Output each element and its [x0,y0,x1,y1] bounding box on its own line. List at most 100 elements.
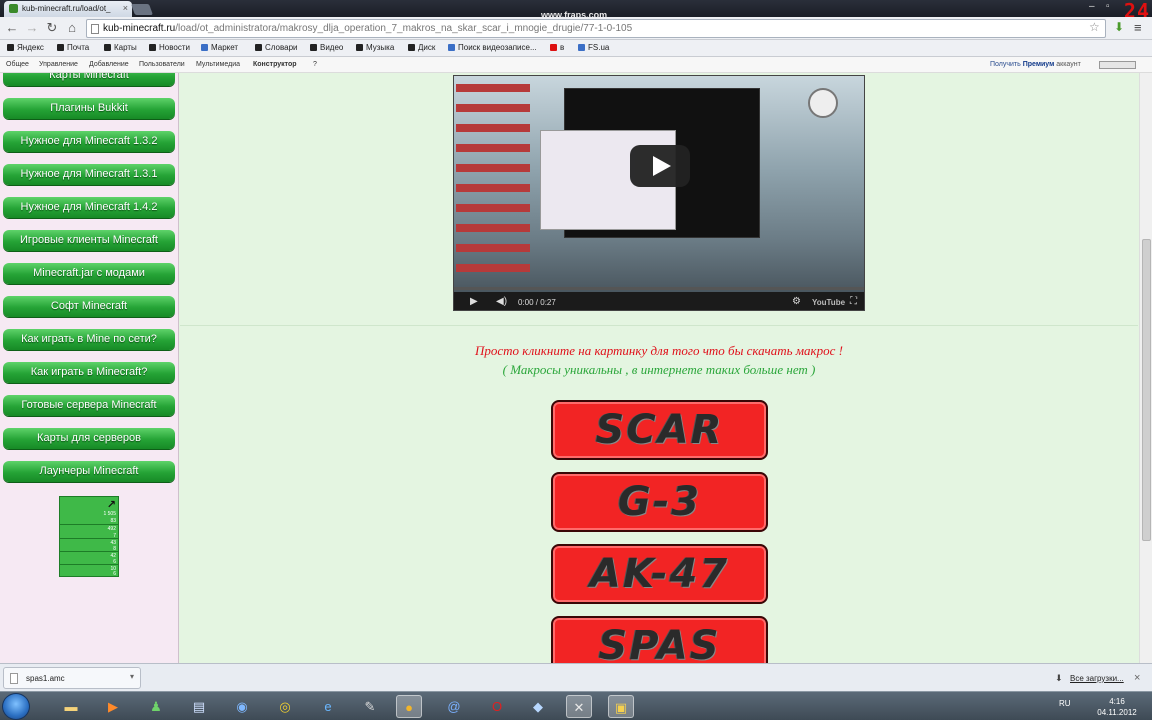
reload-icon[interactable]: ↻ [44,20,60,36]
progress-bar[interactable] [454,287,864,290]
youtube-icon [550,44,557,51]
panel-constructor[interactable]: Конструктор [253,61,297,68]
page-scrollbar[interactable] [1139,73,1152,663]
volume-icon[interactable]: ◀) [496,296,507,307]
sidebar-item-howto[interactable]: Как играть в Minecraft? [3,362,175,383]
bookmark-youtube[interactable]: в [550,43,564,52]
close-icon[interactable]: × [1134,672,1140,684]
settings-icon[interactable]: ⚙ [792,296,801,307]
language-indicator[interactable]: RU [1059,699,1071,708]
sidebar-item-jar[interactable]: Minecraft.jar с модами [3,263,175,284]
sidebar-item-network[interactable]: Как играть в Mine по сети? [3,329,175,350]
panel-help[interactable]: ? [313,61,317,68]
clock-icon [808,88,838,118]
sidebar-item-launchers[interactable]: Лаунчеры Minecraft [3,461,175,482]
bookmark-fs[interactable]: FS.ua [578,43,609,52]
sidebar-item-server-maps[interactable]: Карты для серверов [3,428,175,449]
mail-icon[interactable]: @ [441,695,467,718]
bookmark-video[interactable]: Видео [310,43,343,52]
new-tab-button[interactable] [130,4,154,15]
panel-general[interactable]: Общее [6,61,29,68]
clock-time: 4:16 [1109,697,1125,706]
panel-add[interactable]: Добавление [89,61,129,68]
game-icon[interactable]: ◎ [272,695,298,718]
notes-icon[interactable]: ◆ [525,695,551,718]
folder-icon [255,44,262,51]
network-icon[interactable]: ◉ [229,695,255,718]
macro-tool-icon[interactable]: ✕ [566,695,592,718]
chevron-down-icon[interactable]: ▾ [130,672,134,681]
bookmark-maps[interactable]: Карты [104,43,137,52]
bookmark-disk[interactable]: Диск [408,43,435,52]
system-clock[interactable]: 4:16 04.11.2012 [1086,696,1148,718]
chrome-icon[interactable]: ● [396,695,422,718]
all-downloads-link[interactable]: Все загрузки... [1070,674,1124,683]
bookmark-market[interactable]: Маркет [201,43,238,52]
screen: kub-minecraft.ru/load/ot_ × www.fraps.co… [0,0,1152,720]
document-icon[interactable]: ▤ [186,695,212,718]
bookmark-music[interactable]: Музыка [356,43,394,52]
menu-icon[interactable]: ≡ [1134,20,1142,35]
web-page: Карты Minecraft Плагины Bukkit Нужное дл… [0,73,1139,663]
bookmark-video-search[interactable]: Поиск видеозаписе... [448,43,537,52]
counter-value: 6 [113,571,116,577]
sidebar-item-132[interactable]: Нужное для Minecraft 1.3.2 [3,131,175,152]
market-icon [201,44,208,51]
scar-macro-button[interactable]: SCAR [551,400,768,460]
sidebar-item-bukkit[interactable]: Плагины Bukkit [3,98,175,119]
sidebar-item-142[interactable]: Нужное для Minecraft 1.4.2 [3,197,175,218]
explorer-icon[interactable]: ▬ [58,695,84,718]
minimize-icon[interactable]: – [1089,1,1095,12]
fraps-icon[interactable]: ▣ [608,695,634,718]
download-item[interactable]: spas1.amc ▾ [3,667,141,689]
sidebar-item-131[interactable]: Нужное для Minecraft 1.3.1 [3,164,175,185]
app-icon[interactable]: ♟ [143,695,169,718]
folder-icon [310,44,317,51]
youtube-logo[interactable]: YouTube [812,298,845,307]
tab-close-icon[interactable]: × [123,3,128,13]
download-arrow-icon[interactable]: ⬇ [1114,20,1124,34]
youtube-video-player[interactable]: ▶ ◀) 0:00 / 0:27 ⚙ YouTube ⛶ [453,75,865,311]
ak47-macro-button[interactable]: AK-47 [551,544,768,604]
panel-toggle[interactable] [1099,61,1136,69]
visit-counter[interactable]: ↗ 1 505 83 492 7 43 8 42 6 10 6 [59,496,119,577]
maximize-icon[interactable]: ▫ [1106,1,1110,12]
folder-icon [408,44,415,51]
vk-icon [448,44,455,51]
play-icon[interactable]: ▶ [470,296,478,307]
scroll-thumb[interactable] [1142,239,1151,541]
bookmark-yandex[interactable]: Яндекс [7,43,44,52]
opera-icon[interactable]: O [484,695,510,718]
panel-manage[interactable]: Управление [39,61,78,68]
url-path: /load/ot_administratora/makrosy_dlja_ope… [175,23,633,34]
bookmark-dictionaries[interactable]: Словари [255,43,298,52]
premium-link[interactable]: Получить Премиум аккаунт [990,61,1081,68]
forward-icon[interactable]: → [24,20,40,36]
home-icon[interactable]: ⌂ [64,20,80,36]
play-button[interactable] [630,145,690,187]
bookmark-news[interactable]: Новости [149,43,190,52]
folder-icon [356,44,363,51]
address-bar[interactable]: kub-minecraft.ru/load/ot_administratora/… [86,19,1106,38]
sidebar-item-soft[interactable]: Софт Minecraft [3,296,175,317]
panel-users[interactable]: Пользователи [139,61,185,68]
file-icon [10,673,18,684]
bookmark-mail[interactable]: Почта [57,43,89,52]
browser-tab[interactable]: kub-minecraft.ru/load/ot_ × [4,1,132,17]
download-bar: spas1.amc ▾ ⬇ Все загрузки... × [0,663,1152,691]
g3-macro-button[interactable]: G-3 [551,472,768,532]
bookmark-star-icon[interactable]: ☆ [1089,20,1100,34]
sidebar-item-clients[interactable]: Игровые клиенты Minecraft [3,230,175,251]
panel-multimedia[interactable]: Мультимедиа [196,61,240,68]
media-player-icon[interactable]: ▶ [100,695,126,718]
fullscreen-icon[interactable]: ⛶ [850,296,857,307]
sidebar-item-servers[interactable]: Готовые сервера Minecraft [3,395,175,416]
start-button[interactable] [2,693,30,720]
tool-icon[interactable]: ✎ [357,695,383,718]
ie-icon[interactable]: e [315,695,341,718]
sidebar-item-maps[interactable]: Карты Minecraft [3,73,175,86]
desktop-icons [456,84,530,274]
tab-title: kub-minecraft.ru/load/ot_ [22,4,111,13]
back-icon[interactable]: ← [4,20,20,36]
spas-macro-button[interactable]: SPAS [551,616,768,663]
